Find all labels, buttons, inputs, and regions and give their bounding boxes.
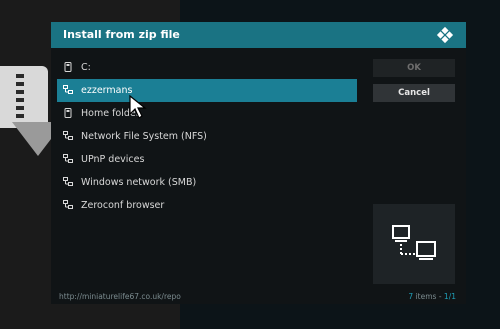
list-item-label: ezzermans: [81, 85, 133, 96]
list-item-c-drive[interactable]: C:: [57, 56, 357, 79]
item-count: 7 items - 1/1: [408, 292, 456, 301]
list-item-smb[interactable]: Windows network (SMB): [57, 171, 357, 194]
list-item-nfs[interactable]: Network File System (NFS): [57, 125, 357, 148]
network-icon: [63, 154, 73, 163]
drive-icon: [64, 62, 72, 72]
kodi-logo-icon: [436, 26, 454, 44]
network-icon: [63, 85, 73, 94]
list-item-label: Windows network (SMB): [81, 177, 197, 188]
network-preview-thumbnail: [373, 204, 455, 284]
dialog-titlebar: Install from zip file: [51, 22, 466, 48]
list-item-upnp[interactable]: UPnP devices: [57, 148, 357, 171]
list-item-home-folder[interactable]: Home folder: [57, 102, 357, 125]
zip-background-icon: [0, 66, 48, 128]
mouse-pointer-icon: [129, 94, 147, 119]
dialog-title: Install from zip file: [63, 28, 180, 41]
current-path: http://miniaturelife67.co.uk/repo: [59, 292, 181, 301]
source-list: C: ezzermans Home folder Network File Sy…: [57, 56, 357, 306]
network-large-icon: [392, 225, 436, 260]
list-item-label: C:: [81, 62, 91, 73]
drive-icon: [64, 108, 72, 118]
ok-button[interactable]: OK: [373, 59, 455, 77]
list-item-label: Network File System (NFS): [81, 131, 207, 142]
list-item-zeroconf[interactable]: Zeroconf browser: [57, 194, 357, 217]
network-icon: [63, 131, 73, 140]
cancel-button[interactable]: Cancel: [373, 84, 455, 102]
network-icon: [63, 177, 73, 186]
page-indicator: 1/1: [443, 292, 456, 301]
network-icon: [63, 200, 73, 209]
list-item-ezzermans[interactable]: ezzermans: [57, 79, 357, 102]
list-item-label: UPnP devices: [81, 154, 145, 165]
install-zip-dialog: Install from zip file C: ezzermans Home …: [51, 22, 466, 304]
item-count-suffix: items -: [413, 292, 444, 301]
list-item-label: Zeroconf browser: [81, 200, 165, 211]
